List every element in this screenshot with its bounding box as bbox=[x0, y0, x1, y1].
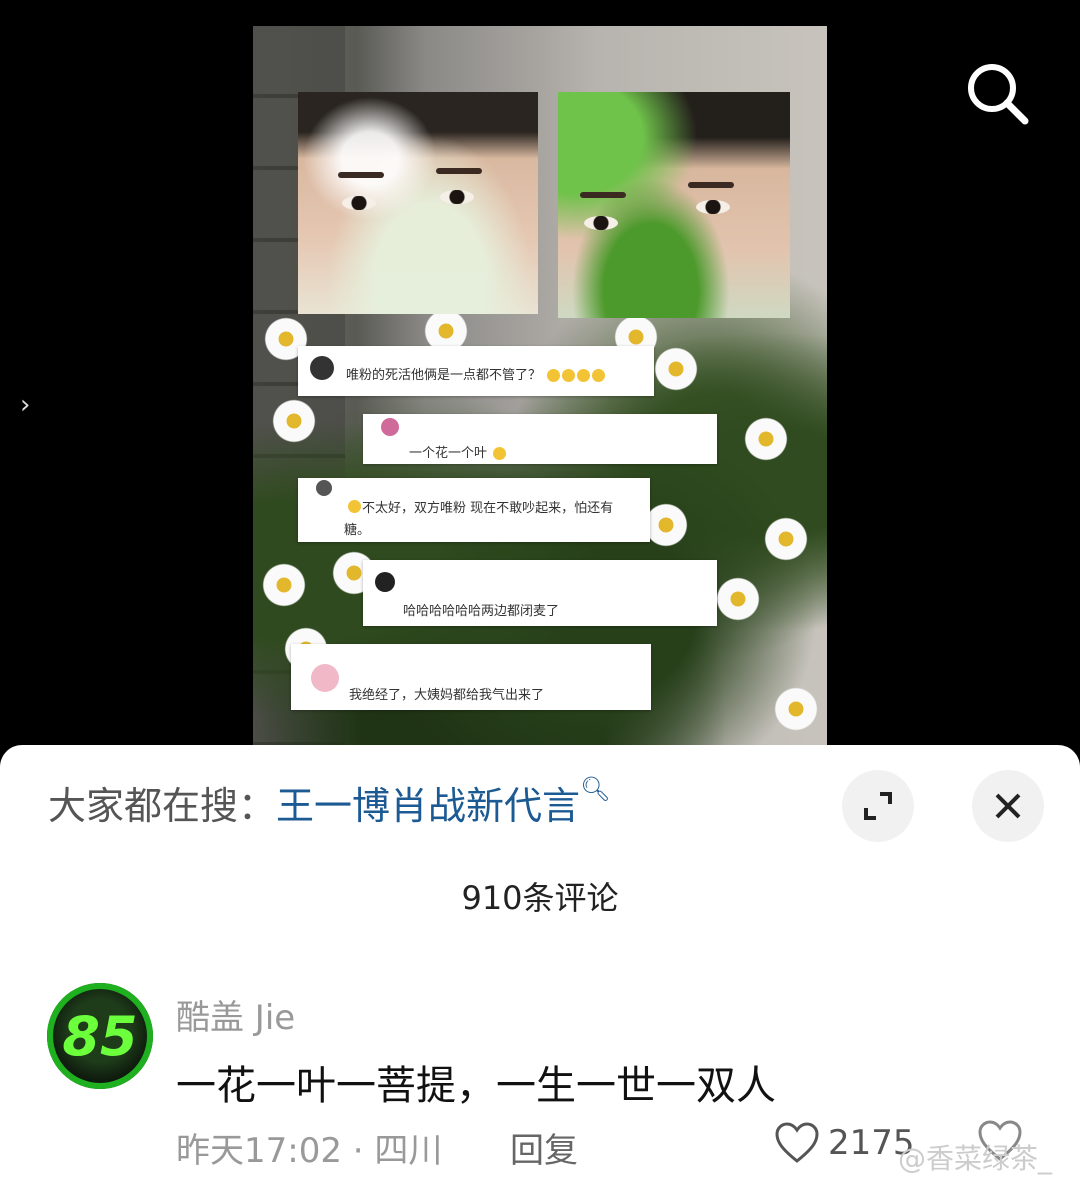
comment-text: 唯粉的死活他俩是一点都不管了？ bbox=[346, 368, 542, 383]
daisy bbox=[261, 562, 307, 608]
chevron-right-icon[interactable]: › bbox=[20, 390, 30, 420]
avatar bbox=[381, 418, 399, 436]
screenshot-comment: 不太好，双方唯粉 现在不敢吵起来，怕还有糖。 bbox=[298, 478, 650, 542]
photo-right bbox=[558, 92, 790, 318]
close-icon bbox=[995, 793, 1021, 819]
daisy bbox=[715, 576, 761, 622]
video-area[interactable]: 唯粉的死活他俩是一点都不管了？ 一个花一个叶 不太好，双方唯粉 现在不敢吵起来，… bbox=[0, 0, 1080, 760]
comment-username[interactable]: 酷盖 Jie bbox=[176, 990, 295, 1039]
comment-meta: 昨天17:02 · 四川 bbox=[176, 1131, 443, 1171]
like-button[interactable]: 2175 bbox=[774, 1121, 915, 1165]
comment-text: 不太好，双方唯粉 现在不敢吵起来，怕还有糖。 bbox=[344, 501, 614, 538]
comment-text: 哈哈哈哈哈哈两边都闭麦了 bbox=[403, 604, 560, 619]
search-icon: 🔍︎ bbox=[580, 775, 611, 803]
laugh-emoji-icon bbox=[562, 369, 576, 382]
daisy bbox=[773, 686, 819, 732]
hot-search-term[interactable]: 王一博肖战新代言 bbox=[276, 784, 580, 828]
comment-text: 一个花一个叶 bbox=[409, 446, 488, 461]
avatar bbox=[311, 664, 339, 692]
screenshot-comment: 哈哈哈哈哈哈两边都闭麦了 bbox=[363, 560, 717, 626]
comment-text: 我绝经了，大姨妈都给我气出来了 bbox=[349, 688, 545, 703]
close-button[interactable] bbox=[972, 770, 1044, 842]
hot-search[interactable]: 大家都在搜：王一博肖战新代言🔍︎ bbox=[48, 775, 611, 830]
leaf-emoji-icon bbox=[493, 447, 507, 460]
daisy bbox=[653, 346, 699, 392]
avatar bbox=[375, 572, 395, 592]
search-icon[interactable] bbox=[964, 60, 1030, 126]
screenshot-comment: 唯粉的死活他俩是一点都不管了？ bbox=[298, 346, 654, 396]
watermark: @香菜绿茶_ bbox=[898, 1142, 1053, 1175]
expand-button[interactable] bbox=[842, 770, 914, 842]
photo-left bbox=[298, 92, 538, 314]
avatar-text: 85 bbox=[62, 1005, 138, 1068]
comment-sheet: 大家都在搜：王一博肖战新代言🔍︎ 910条评论 85 酷盖 Jie 一花一叶一菩… bbox=[0, 745, 1080, 1186]
avatar bbox=[316, 480, 332, 496]
daisy bbox=[271, 398, 317, 444]
reply-button[interactable]: 回复 bbox=[510, 1123, 578, 1172]
comment-count: 910条评论 bbox=[461, 879, 619, 917]
expand-icon bbox=[864, 792, 892, 820]
daisy bbox=[743, 416, 789, 462]
screenshot-comment: 一个花一个叶 bbox=[363, 414, 717, 464]
screenshot-comment: 我绝经了，大姨妈都给我气出来了 bbox=[291, 644, 651, 710]
heart-icon bbox=[775, 1122, 819, 1163]
post-image[interactable]: 唯粉的死活他俩是一点都不管了？ 一个花一个叶 不太好，双方唯粉 现在不敢吵起来，… bbox=[253, 26, 827, 746]
laugh-emoji-icon bbox=[592, 369, 606, 382]
daisy bbox=[763, 516, 809, 562]
avatar bbox=[310, 356, 334, 380]
laugh-emoji-icon bbox=[547, 369, 561, 382]
avatar[interactable]: 85 bbox=[47, 983, 153, 1089]
comment-text: 一花一叶一菩提，一生一世一双人 bbox=[176, 1063, 776, 1109]
laugh-emoji-icon bbox=[577, 369, 591, 382]
hot-search-label: 大家都在搜： bbox=[48, 784, 277, 828]
